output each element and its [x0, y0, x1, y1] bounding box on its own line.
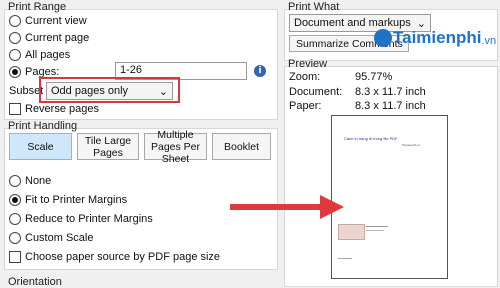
radio-circle[interactable]	[9, 194, 21, 206]
choose-paper-checkbox[interactable]: Choose paper source by PDF page size	[9, 251, 220, 263]
current-view-radio[interactable]: Current view	[9, 15, 87, 27]
document-label: Document:	[289, 86, 343, 98]
none-label: None	[25, 175, 52, 187]
preview-title: Preview	[288, 58, 328, 70]
radio-circle[interactable]	[9, 232, 21, 244]
choose-paper-label: Choose paper source by PDF page size	[25, 251, 221, 263]
current-page-radio[interactable]: Current page	[9, 32, 89, 44]
subset-value: Odd pages only	[51, 85, 129, 97]
reduce-margins-radio[interactable]: Reduce to Printer Margins	[9, 213, 153, 225]
reduce-margins-label: Reduce to Printer Margins	[25, 213, 153, 225]
fit-margins-radio[interactable]: Fit to Printer Margins	[9, 194, 127, 206]
reverse-pages-label: Reverse pages	[25, 103, 99, 115]
chevron-down-icon: ⌄	[158, 85, 168, 98]
preview-text-line	[366, 230, 384, 231]
booklet-button[interactable]: Booklet	[212, 133, 271, 160]
radio-circle[interactable]	[9, 15, 21, 27]
radio-circle[interactable]	[9, 49, 21, 61]
reverse-pages-checkbox[interactable]: Reverse pages	[9, 103, 99, 115]
zoom-label: Zoom:	[289, 71, 321, 83]
custom-scale-radio[interactable]: Custom Scale	[9, 232, 93, 244]
radio-circle[interactable]	[9, 32, 21, 44]
radio-circle[interactable]	[9, 175, 21, 187]
fit-margins-label: Fit to Printer Margins	[25, 194, 128, 206]
info-icon[interactable]: i	[254, 65, 266, 77]
print-what-title: Print What	[288, 1, 340, 13]
all-pages-radio[interactable]: All pages	[9, 49, 70, 61]
zoom-value: 95.77%	[355, 71, 393, 83]
custom-scale-label: Custom Scale	[25, 232, 94, 244]
orientation-title: Orientation	[8, 276, 62, 288]
logo-text: Taimienphi	[393, 28, 482, 47]
preview-page-heading: Cách in trang lẻ trong file PDF	[344, 136, 398, 141]
preview-page: Cách in trang lẻ trong file PDF Taimienp…	[331, 115, 448, 279]
radio-circle[interactable]	[9, 66, 21, 78]
document-value: 8.3 x 11.7 inch	[355, 86, 426, 98]
preview-text-line	[338, 258, 352, 259]
checkbox-box[interactable]	[9, 251, 21, 263]
preview-page-subheading: Taimienphi.vn	[402, 143, 421, 147]
none-radio[interactable]: None	[9, 175, 51, 187]
current-view-label: Current view	[25, 15, 87, 27]
paper-value: 8.3 x 11.7 inch	[355, 100, 426, 112]
preview-text-line	[366, 226, 388, 227]
radio-circle[interactable]	[9, 213, 21, 225]
paper-label: Paper:	[289, 100, 322, 112]
red-arrow-icon	[230, 195, 344, 219]
preview-image	[338, 224, 365, 240]
current-page-label: Current page	[25, 32, 90, 44]
tile-large-pages-button[interactable]: Tile Large Pages	[77, 133, 139, 160]
print-range-title: Print Range	[8, 1, 67, 13]
logo-mark-icon	[374, 29, 392, 47]
checkbox-box[interactable]	[9, 103, 21, 115]
all-pages-label: All pages	[25, 49, 71, 61]
multiple-pages-button[interactable]: Multiple Pages Per Sheet	[144, 129, 207, 165]
taimienphi-logo: Taimienphi .vn	[374, 28, 496, 48]
logo-suffix: .vn	[481, 34, 497, 47]
subset-select[interactable]: Odd pages only ⌄	[46, 82, 173, 100]
print-handling-title: Print Handling	[8, 120, 78, 132]
scale-button[interactable]: Scale	[9, 133, 72, 160]
